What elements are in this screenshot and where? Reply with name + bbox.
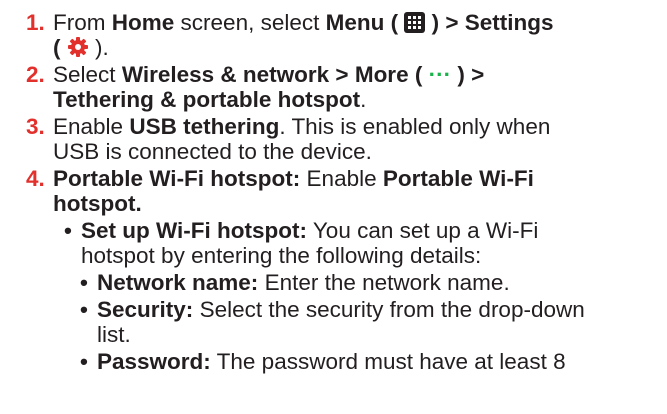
menu-label: Menu ( — [325, 10, 399, 35]
bullet-marker: • — [80, 297, 88, 322]
wireless-path: Wireless & network > More ( — [121, 62, 423, 87]
menu-grid-icon — [404, 12, 426, 33]
step-number: 1. — [26, 10, 45, 35]
step-text: Portable Wi-Fi hotspot: Enable Portable … — [53, 166, 534, 216]
step-number: 4. — [26, 166, 45, 191]
step-number: 2. — [26, 62, 45, 87]
settings-path: ) > Settings — [431, 10, 554, 35]
usb-tethering-label: USB tethering — [129, 114, 280, 139]
bullet-marker: • — [80, 349, 88, 374]
step-text: Enable USB tethering. This is enabled on… — [53, 114, 551, 164]
tethering-label: Tethering & portable hotspot — [53, 87, 361, 112]
hotspot-label: Portable Wi-Fi hotspot: — [53, 166, 301, 191]
step-number: 3. — [26, 114, 45, 139]
home-label: Home — [111, 10, 175, 35]
step-text: Select Wireless & network > More ( ··· )… — [53, 62, 485, 112]
step-text: From Home screen, select Menu ( ) > Sett… — [53, 10, 554, 60]
bullet-marker: • — [64, 218, 72, 243]
bullet-marker: • — [80, 270, 88, 295]
instruction-page: 1. From Home screen, select Menu ( ) > S… — [0, 0, 667, 414]
more-dots-icon: ··· — [428, 62, 452, 87]
gear-icon — [67, 37, 88, 57]
